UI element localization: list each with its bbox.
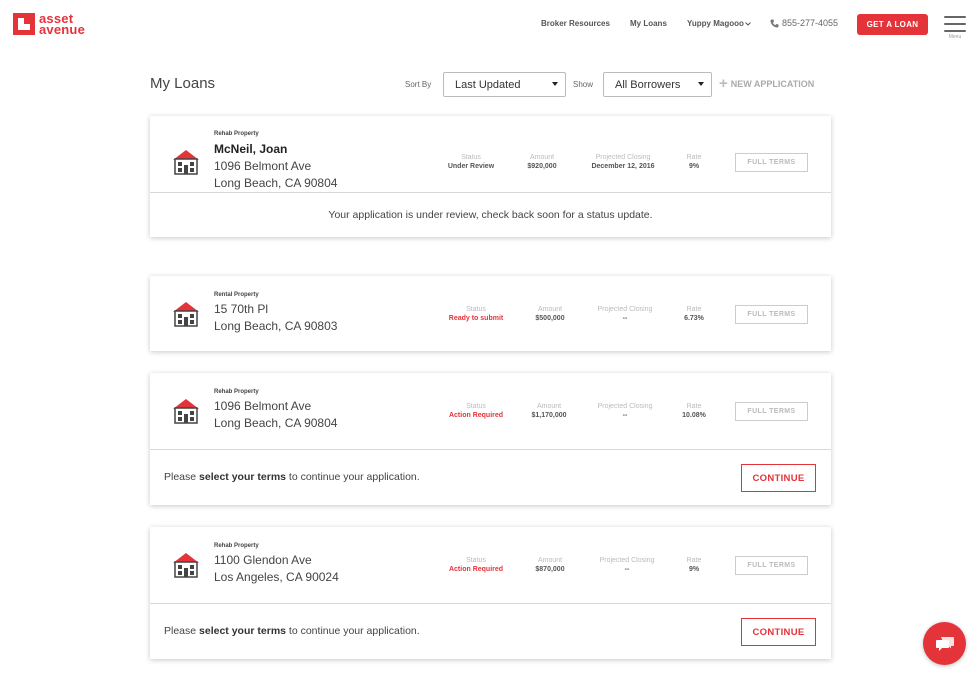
property-city: Long Beach, CA 90804	[214, 416, 338, 430]
loan-rate: Rate 9%	[686, 154, 702, 170]
show-label: Show	[573, 80, 594, 89]
logo-text-line2: avenue	[39, 22, 86, 37]
hamburger-menu-icon[interactable]: Menu	[944, 16, 966, 40]
continue-button[interactable]: CONTINUE	[741, 618, 816, 646]
loan-amount: Amount $500,000	[535, 306, 565, 322]
loan-status: Status Ready to submit	[448, 306, 504, 322]
property-type: Rental Property	[214, 292, 259, 298]
property-type: Rehab Property	[214, 389, 259, 395]
show-value: All Borrowers	[615, 78, 681, 91]
status-message: Your application is under review, check …	[328, 209, 653, 221]
sort-by-select[interactable]: Last Updated	[443, 72, 566, 97]
chat-icon	[935, 636, 954, 651]
loan-rate: Rate 9%	[686, 557, 702, 573]
loan-amount: Amount $920,000	[527, 154, 557, 170]
menu-label: Menu	[948, 34, 962, 40]
sort-by-label: Sort By	[405, 80, 432, 89]
action-message: Please select your terms to continue you…	[164, 471, 420, 483]
show-borrowers-select[interactable]: All Borrowers	[603, 72, 712, 97]
house-icon	[173, 399, 199, 424]
loan-amount: Amount $870,000	[535, 557, 565, 573]
loan-rate: Rate 10.08%	[682, 403, 706, 419]
new-application-label: NEW APPLICATION	[730, 78, 815, 89]
new-application-button[interactable]: + NEW APPLICATION	[719, 75, 815, 92]
borrower-name: McNeil, Joan	[214, 142, 288, 156]
chat-button[interactable]	[923, 622, 966, 665]
full-terms-button[interactable]: FULL TERMS	[735, 153, 808, 172]
sort-by-value: Last Updated	[455, 78, 521, 91]
house-icon	[173, 553, 199, 578]
projected-closing: Projected Closing --	[597, 306, 653, 322]
property-street: 1096 Belmont Ave	[214, 159, 312, 173]
property-city: Long Beach, CA 90803	[214, 319, 338, 333]
property-city: Los Angeles, CA 90024	[214, 570, 339, 584]
loan-status: Status Action Required	[448, 403, 504, 419]
continue-button[interactable]: CONTINUE	[741, 464, 816, 492]
loan-card: Rental Property 15 70th Pl Long Beach, C…	[150, 276, 831, 351]
property-street: 1100 Glendon Ave	[214, 553, 312, 567]
loan-status: Status Under Review	[447, 154, 495, 170]
loan-card: Rehab Property 1096 Belmont Ave Long Bea…	[150, 373, 831, 505]
house-icon	[173, 302, 199, 327]
nav-my-loans[interactable]: My Loans	[630, 19, 667, 28]
caret-down-icon	[698, 82, 704, 86]
nav-broker-resources[interactable]: Broker Resources	[541, 19, 610, 28]
logo-mark-icon	[13, 13, 35, 35]
nav-user-menu[interactable]: Yuppy Magooo	[687, 19, 751, 28]
full-terms-button[interactable]: FULL TERMS	[735, 305, 808, 324]
nav-user-name: Yuppy Magooo	[687, 19, 744, 28]
select-terms-emphasis: select your terms	[199, 471, 286, 483]
property-type: Rehab Property	[214, 543, 259, 549]
loan-card: Rehab Property McNeil, Joan 1096 Belmont…	[150, 116, 831, 237]
action-message: Please select your terms to continue you…	[164, 625, 420, 637]
plus-icon: +	[719, 75, 728, 92]
page-title: My Loans	[150, 75, 216, 92]
loan-rate: Rate 6.73%	[684, 306, 704, 322]
get-a-loan-button[interactable]: GET A LOAN	[857, 14, 928, 35]
projected-closing: Projected Closing --	[597, 403, 653, 419]
chevron-down-icon	[745, 21, 751, 26]
house-icon	[173, 150, 199, 175]
caret-down-icon	[552, 82, 558, 86]
loan-card: Rehab Property 1100 Glendon Ave Los Ange…	[150, 527, 831, 659]
asset-avenue-logo[interactable]: asset avenue	[13, 12, 86, 37]
loan-amount: Amount $1,170,000	[531, 403, 567, 419]
projected-closing: Projected Closing --	[599, 557, 655, 573]
property-street: 1096 Belmont Ave	[214, 399, 312, 413]
full-terms-button[interactable]: FULL TERMS	[735, 402, 808, 421]
full-terms-button[interactable]: FULL TERMS	[735, 556, 808, 575]
select-terms-emphasis: select your terms	[199, 625, 286, 637]
nav-phone[interactable]: 855-277-4055	[770, 18, 838, 28]
loan-status: Status Action Required	[448, 557, 504, 573]
property-city: Long Beach, CA 90804	[214, 176, 338, 190]
projected-closing: Projected Closing December 12, 2016	[591, 154, 655, 170]
phone-icon	[770, 18, 779, 28]
phone-number: 855-277-4055	[782, 18, 839, 28]
property-type: Rehab Property	[214, 131, 259, 137]
property-street: 15 70th Pl	[214, 302, 269, 316]
